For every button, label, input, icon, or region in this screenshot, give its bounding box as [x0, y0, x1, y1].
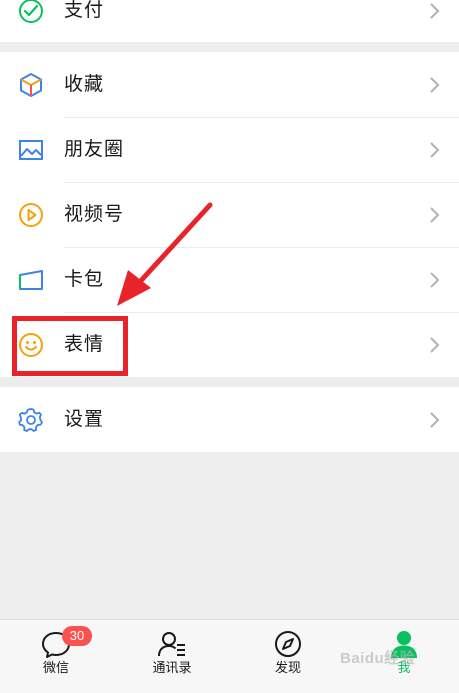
chevron-right-icon — [430, 76, 440, 93]
card-wallet-icon — [19, 269, 43, 290]
menu-item-label: 收藏 — [64, 73, 105, 95]
tab-label: 通讯录 — [152, 660, 192, 675]
tab-chats[interactable]: 30 微信 — [10, 620, 102, 693]
chevron-right-icon — [430, 271, 440, 288]
menu-item-pay[interactable]: 支付 — [0, 0, 459, 43]
menu-item-label: 朋友圈 — [64, 138, 125, 160]
annotation-highlight-box — [12, 316, 128, 376]
unread-badge: 30 — [62, 626, 92, 646]
menu-item-settings[interactable]: 设置 — [0, 387, 459, 452]
moments-image-icon — [19, 139, 43, 160]
tab-label: 发现 — [274, 660, 301, 675]
pay-group: 支付 — [0, 0, 459, 42]
bottom-tab-bar: 30 微信 通讯录 发现 我 Baidu经验 — [0, 619, 459, 693]
gear-icon — [18, 407, 43, 432]
menu-item-favorites[interactable]: 收藏 — [0, 52, 459, 117]
menu-item-label: 视频号 — [64, 203, 125, 225]
menu-item-channels[interactable]: 视频号 — [0, 182, 459, 247]
chevron-right-icon — [430, 206, 440, 223]
chevron-right-icon — [430, 411, 440, 428]
contacts-icon — [158, 632, 185, 657]
watermark: Baidu经验 — [340, 650, 416, 667]
pay-icon — [19, 0, 43, 23]
chevron-right-icon — [430, 2, 440, 19]
menu-item-label: 设置 — [64, 408, 105, 430]
tab-contacts[interactable]: 通讯录 — [126, 620, 218, 693]
menu-item-cards[interactable]: 卡包 — [0, 247, 459, 312]
menu-item-label: 支付 — [64, 0, 105, 21]
menu-item-label: 卡包 — [64, 268, 105, 290]
channels-play-icon — [19, 202, 43, 227]
settings-group: 设置 — [0, 387, 459, 452]
chevron-right-icon — [430, 141, 440, 158]
compass-icon — [275, 631, 301, 657]
tab-label: 微信 — [42, 660, 69, 675]
tab-discover[interactable]: 发现 — [242, 620, 334, 693]
favorites-cube-icon — [20, 72, 42, 97]
menu-item-moments[interactable]: 朋友圈 — [0, 117, 459, 182]
chevron-right-icon — [430, 336, 440, 353]
